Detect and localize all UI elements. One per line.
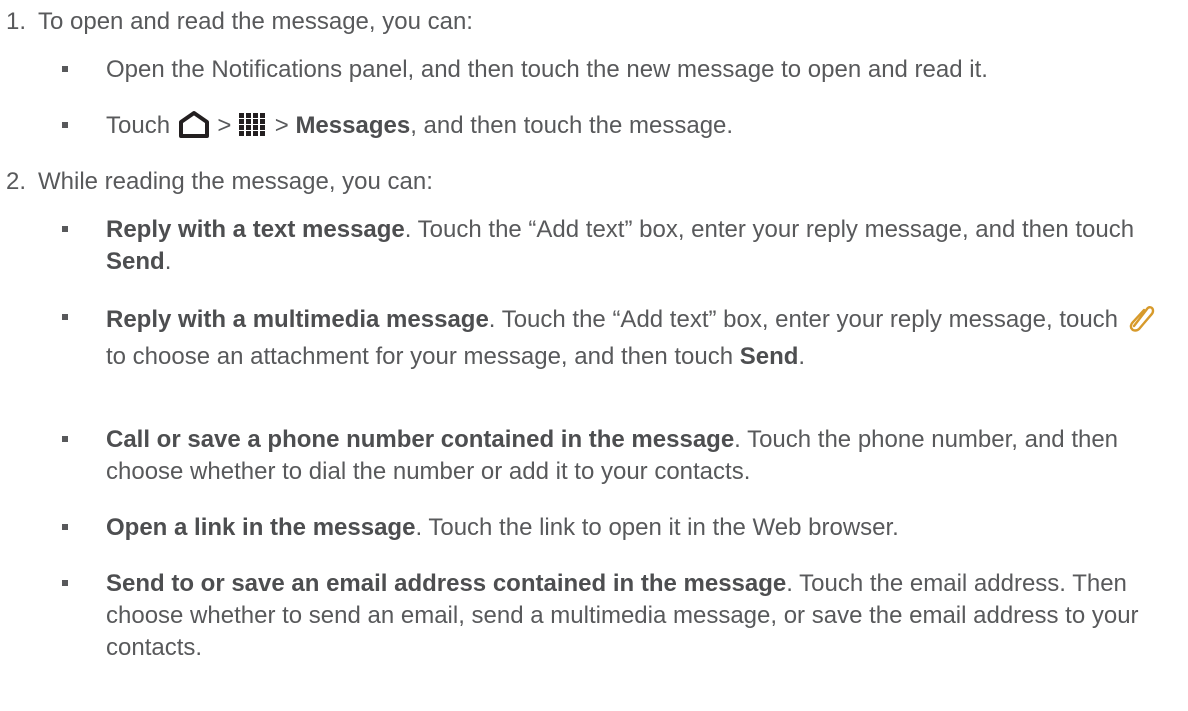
bullet-marker: [62, 122, 68, 128]
bullet-heading: Open a link in the message: [106, 514, 416, 541]
bullet-text: Reply with a text message. Touch the “Ad…: [106, 214, 1166, 278]
bullet-body: . Touch the “Add text” box, enter your r…: [404, 216, 1135, 243]
bullet-marker: [62, 66, 68, 72]
bullet-send-save-email: Send to or save an email address contain…: [62, 568, 1172, 664]
bullet-marker: [62, 436, 68, 442]
step-number: 2.: [6, 168, 27, 195]
bullet-heading: Reply with a multimedia message: [106, 306, 489, 333]
bullet-open-notifications: Open the Notifications panel, and then t…: [62, 54, 1172, 86]
bullet-end: .: [164, 248, 172, 275]
instructions-document: 1. To open and read the message, you can…: [0, 0, 1188, 711]
bullet-text: Send to or save an email address contain…: [106, 568, 1166, 664]
bullet-reply-multimedia: Reply with a multimedia message. Touch t…: [62, 302, 1172, 373]
bullet-marker: [62, 314, 68, 320]
bullet-end: .: [798, 343, 806, 370]
paperclip-icon: [1125, 302, 1157, 341]
messages-label: Messages: [295, 112, 411, 139]
bullet-touch-messages: Touch > > Messages, and then touch the m…: [62, 110, 1172, 147]
bullet-marker: [62, 226, 68, 232]
bullet-heading: Reply with a text message: [106, 216, 405, 243]
bullet-text: Reply with a multimedia message. Touch t…: [106, 302, 1166, 373]
bullet-body: Open the Notifications panel, and then t…: [106, 56, 988, 83]
bullet-text: Open a link in the message. Touch the li…: [106, 512, 1166, 544]
apps-grid-icon: [238, 112, 268, 147]
bullet-text: Touch > > Messages, and then touch the m…: [106, 110, 1166, 147]
bullet-text: Open the Notifications panel, and then t…: [106, 54, 1166, 86]
step-text: To open and read the message, you can:: [38, 8, 473, 35]
separator: >: [210, 112, 239, 139]
separator: >: [268, 112, 296, 139]
bullet-reply-text: Reply with a text message. Touch the “Ad…: [62, 214, 1172, 278]
step-number: 1.: [6, 8, 27, 35]
bullet-open-link: Open a link in the message. Touch the li…: [62, 512, 1172, 544]
step-text: While reading the message, you can:: [38, 168, 433, 195]
bullet-heading: Send to or save an email address contain…: [106, 570, 787, 597]
home-icon: [177, 110, 211, 147]
send-label: Send: [106, 248, 165, 275]
send-label: Send: [739, 343, 799, 370]
bullet-body: . Touch the link to open it in the Web b…: [415, 514, 899, 541]
bullet-marker: [62, 524, 68, 530]
bullet-body-2: to choose an attachment for your message…: [106, 343, 740, 370]
bullet-call-save-number: Call or save a phone number contained in…: [62, 424, 1172, 488]
bullet-body: . Touch the “Add text” box, enter your r…: [488, 306, 1125, 333]
bullet-text: Call or save a phone number contained in…: [106, 424, 1166, 488]
bullet-heading: Call or save a phone number contained in…: [106, 426, 735, 453]
bullet-pre: Touch: [106, 112, 177, 139]
bullet-marker: [62, 580, 68, 586]
bullet-post: , and then touch the message.: [410, 112, 734, 139]
